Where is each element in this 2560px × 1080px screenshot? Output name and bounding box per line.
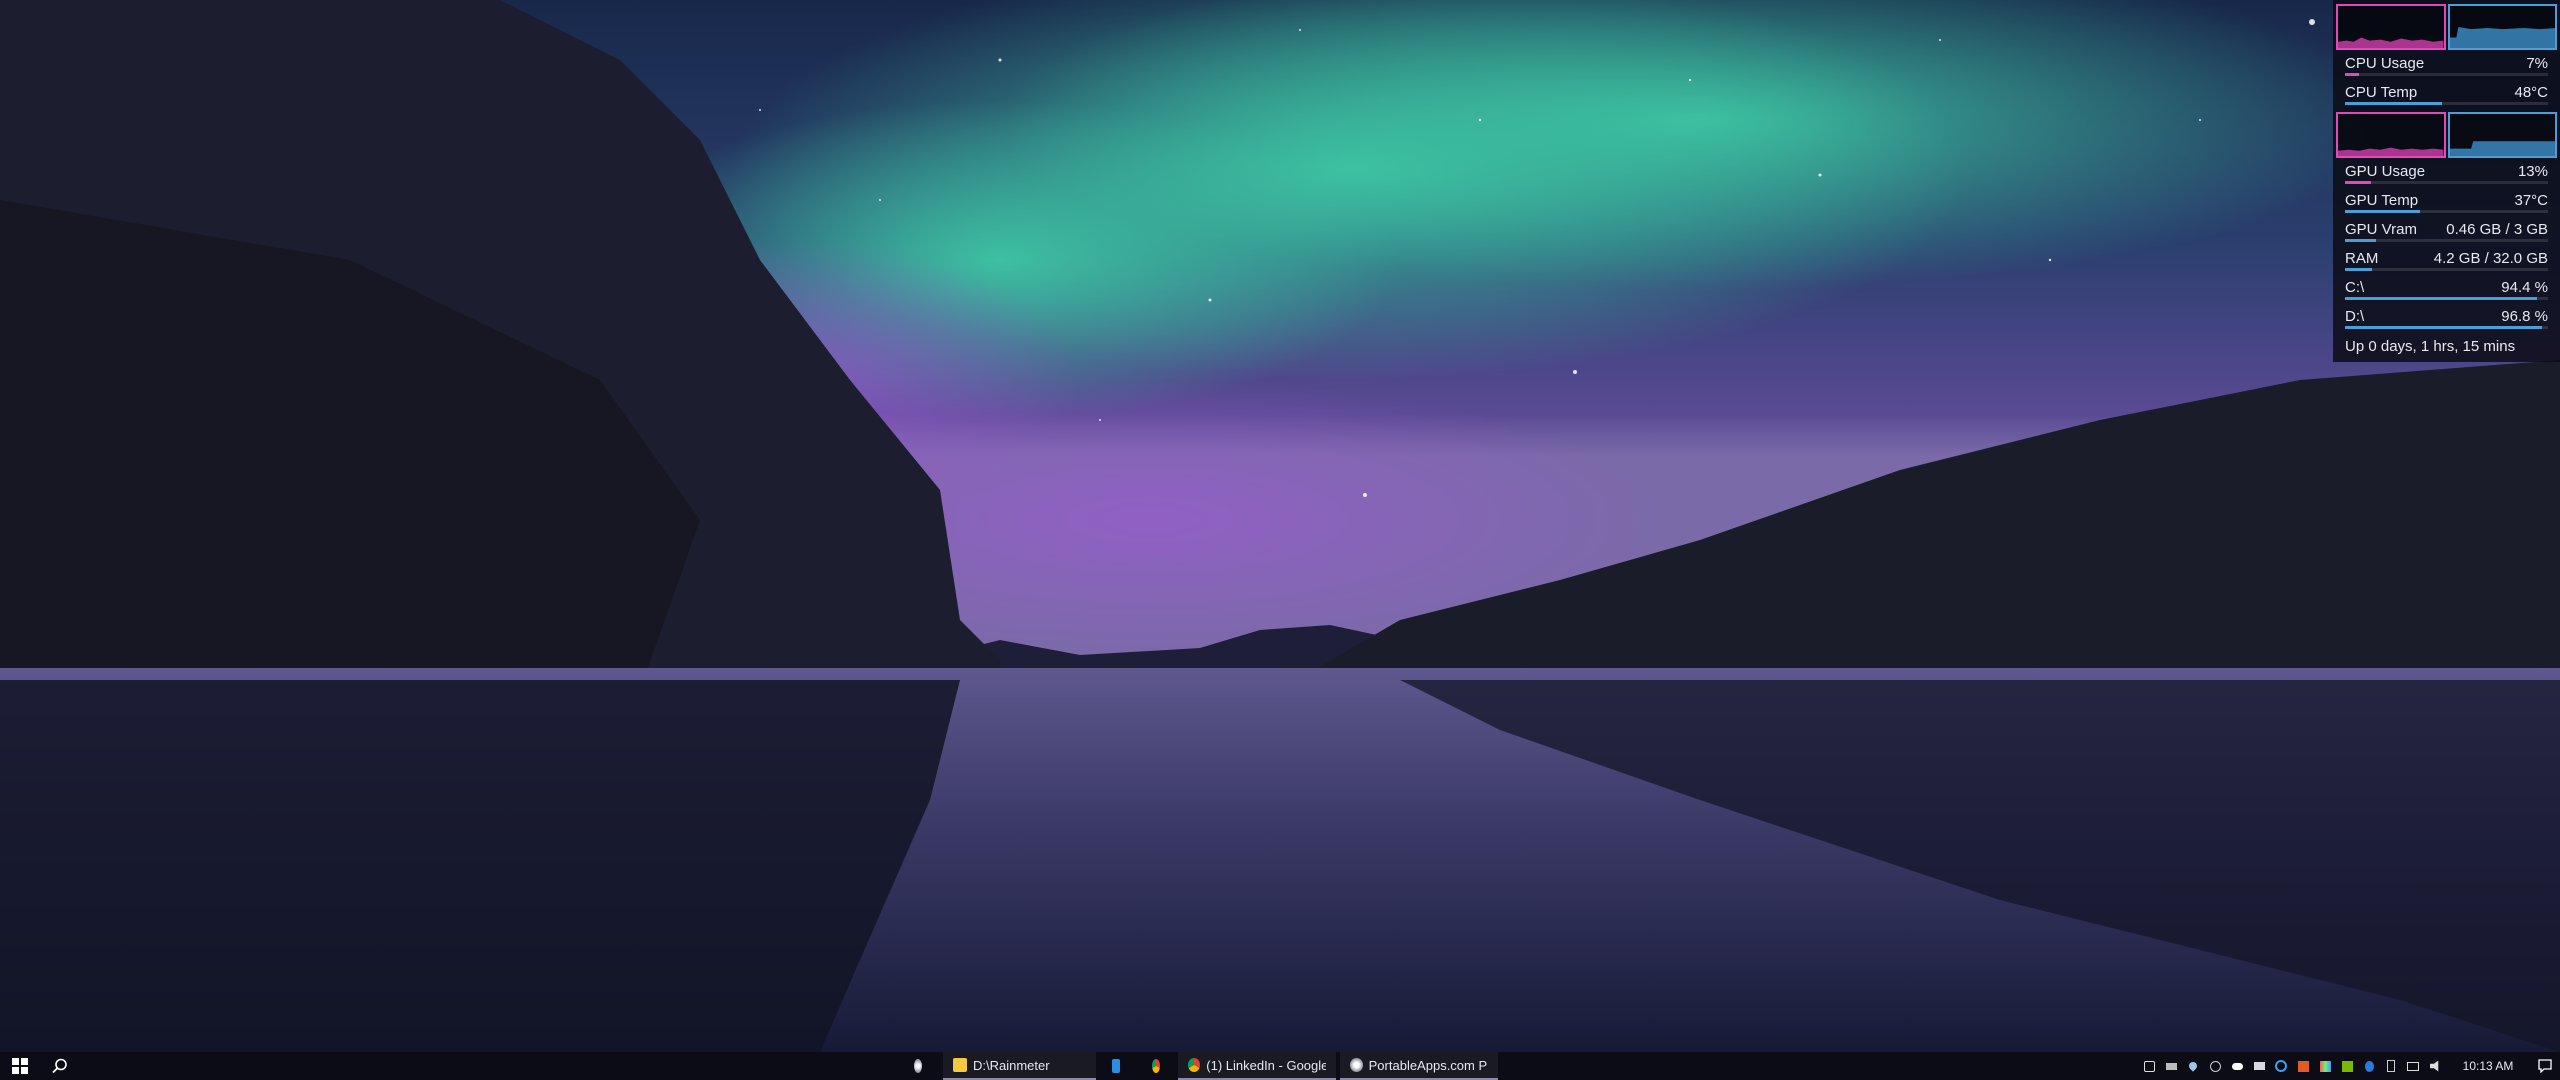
notification-icon	[2538, 1059, 2552, 1073]
tray-item[interactable]	[2295, 1052, 2311, 1080]
usb-icon	[2387, 1060, 2395, 1072]
gpu-vram-label: GPU Vram	[2345, 221, 2417, 238]
ram-value: 4.2 GB / 32.0 GB	[2433, 250, 2548, 267]
drive-d-bar	[2345, 326, 2542, 329]
folder-sync-icon	[2253, 1062, 2265, 1070]
portableapps-icon	[1350, 1058, 1363, 1072]
browser-icon	[914, 1059, 922, 1073]
droplet-icon	[2187, 1060, 2199, 1072]
gpu-temp-bar	[2345, 210, 2421, 213]
cpu-temp-label: CPU Temp	[2345, 84, 2418, 101]
start-button[interactable]	[0, 1052, 40, 1080]
bluetooth-icon	[2364, 1060, 2374, 1072]
tray-item[interactable]	[2427, 1052, 2443, 1080]
gpu-temp-value: 37°C	[2514, 192, 2548, 209]
action-center-button[interactable]	[2530, 1052, 2560, 1080]
tray-item[interactable]	[2273, 1052, 2289, 1080]
taskbar-clock[interactable]: 10:13 AM	[2452, 1059, 2524, 1073]
drive-c-label: C:\	[2345, 279, 2365, 296]
drive-d-stat: D:\ 96.8 %	[2333, 303, 2560, 332]
settings-icon	[2143, 1060, 2155, 1072]
ram-bar	[2345, 268, 2372, 271]
drive-c-bar	[2345, 297, 2537, 300]
taskbar-app-label: D:\Rainmeter	[973, 1057, 1050, 1073]
gpu-graphs	[2333, 108, 2560, 158]
tray-item[interactable]	[2207, 1052, 2223, 1080]
tray-item[interactable]	[2185, 1052, 2201, 1080]
search-icon	[52, 1058, 67, 1074]
taskbar-app-label: (1) LinkedIn - Google ...	[1206, 1057, 1326, 1073]
gpu-usage-label: GPU Usage	[2345, 163, 2426, 180]
grid-tray-icon	[2319, 1060, 2331, 1072]
cpu-usage-graph	[2336, 4, 2446, 50]
folder-icon	[953, 1058, 967, 1072]
cpu-temp-stat: CPU Temp 48°C	[2333, 79, 2560, 108]
gpu-temp-label: GPU Temp	[2345, 192, 2419, 209]
tray-item[interactable]	[2163, 1052, 2179, 1080]
tray-item[interactable]	[2229, 1052, 2245, 1080]
gpu-vram-stat: GPU Vram 0.46 GB / 3 GB	[2333, 216, 2560, 245]
taskbar: D:\Rainmeter (1) LinkedIn - Google ... P…	[0, 1052, 2560, 1080]
taskbar-app-chrome[interactable]	[1143, 1052, 1175, 1080]
volume-icon	[2429, 1060, 2439, 1072]
gpu-vram-value: 0.46 GB / 3 GB	[2446, 221, 2548, 238]
globe-icon	[2209, 1060, 2221, 1072]
tray-item[interactable]	[2339, 1052, 2355, 1080]
gpu-temp-stat: GPU Temp 37°C	[2333, 187, 2560, 216]
taskbar-app-explorer[interactable]: D:\Rainmeter	[943, 1052, 1096, 1080]
cpu-graphs	[2333, 0, 2560, 50]
ram-label: RAM	[2345, 250, 2379, 267]
taskbar-app-chrome-window[interactable]: (1) LinkedIn - Google ...	[1178, 1052, 1336, 1080]
taskbar-app-browser[interactable]	[905, 1052, 937, 1080]
ram-usage-graph	[2447, 4, 2557, 50]
cpu-temp-bar	[2345, 102, 2443, 105]
windows-icon	[12, 1058, 28, 1074]
cpu-temp-value: 48°C	[2514, 84, 2548, 101]
network-icon	[2407, 1061, 2419, 1071]
gpu-usage-graph	[2336, 112, 2446, 158]
gpu-usage-value: 13%	[2517, 163, 2548, 180]
tray-item[interactable]	[2383, 1052, 2399, 1080]
cloud-icon	[2231, 1062, 2243, 1070]
taskbar-app-portableapps[interactable]: PortableApps.com Pl...	[1340, 1052, 1498, 1080]
taskbar-app-label: PortableApps.com Pl...	[1368, 1057, 1488, 1073]
gpu-usage-bar	[2345, 181, 2372, 184]
cpu-usage-label: CPU Usage	[2345, 55, 2425, 72]
nvidia-icon	[2341, 1060, 2353, 1072]
cpu-usage-value: 7%	[2526, 55, 2548, 72]
tray-item[interactable]	[2317, 1052, 2333, 1080]
chrome-icon	[1188, 1058, 1201, 1072]
tray-item[interactable]	[2361, 1052, 2377, 1080]
logitech-icon	[2275, 1060, 2287, 1072]
keyboard-icon	[2165, 1062, 2177, 1070]
cpu-usage-stat: CPU Usage 7%	[2333, 50, 2560, 79]
vscode-icon	[1112, 1059, 1120, 1073]
drive-d-value: 96.8 %	[2501, 308, 2548, 325]
gpu-vram-bar	[2345, 239, 2377, 242]
search-button[interactable]	[40, 1052, 80, 1080]
gpu-usage-stat: GPU Usage 13%	[2333, 158, 2560, 187]
rainmeter-widget: CPU Usage 7% CPU Temp 48°C GPU Usage 13%…	[2333, 0, 2560, 362]
cpu-usage-bar	[2345, 73, 2360, 76]
ram-stat: RAM 4.2 GB / 32.0 GB	[2333, 245, 2560, 274]
chrome-icon	[1152, 1059, 1160, 1073]
app-tray-icon	[2297, 1060, 2309, 1072]
gpu-vram-graph	[2447, 112, 2557, 158]
desktop-wallpaper	[0, 0, 2560, 1052]
tray-item[interactable]	[2251, 1052, 2267, 1080]
tray-item[interactable]	[2405, 1052, 2421, 1080]
uptime-text: Up 0 days, 1 hrs, 15 mins	[2345, 338, 2516, 355]
drive-c-stat: C:\ 94.4 %	[2333, 274, 2560, 303]
drive-d-label: D:\	[2345, 308, 2365, 325]
tray-item[interactable]	[2141, 1052, 2157, 1080]
taskbar-app-vscode[interactable]	[1103, 1052, 1135, 1080]
drive-c-value: 94.4 %	[2501, 279, 2548, 296]
system-tray: 10:13 AM	[2138, 1052, 2560, 1080]
